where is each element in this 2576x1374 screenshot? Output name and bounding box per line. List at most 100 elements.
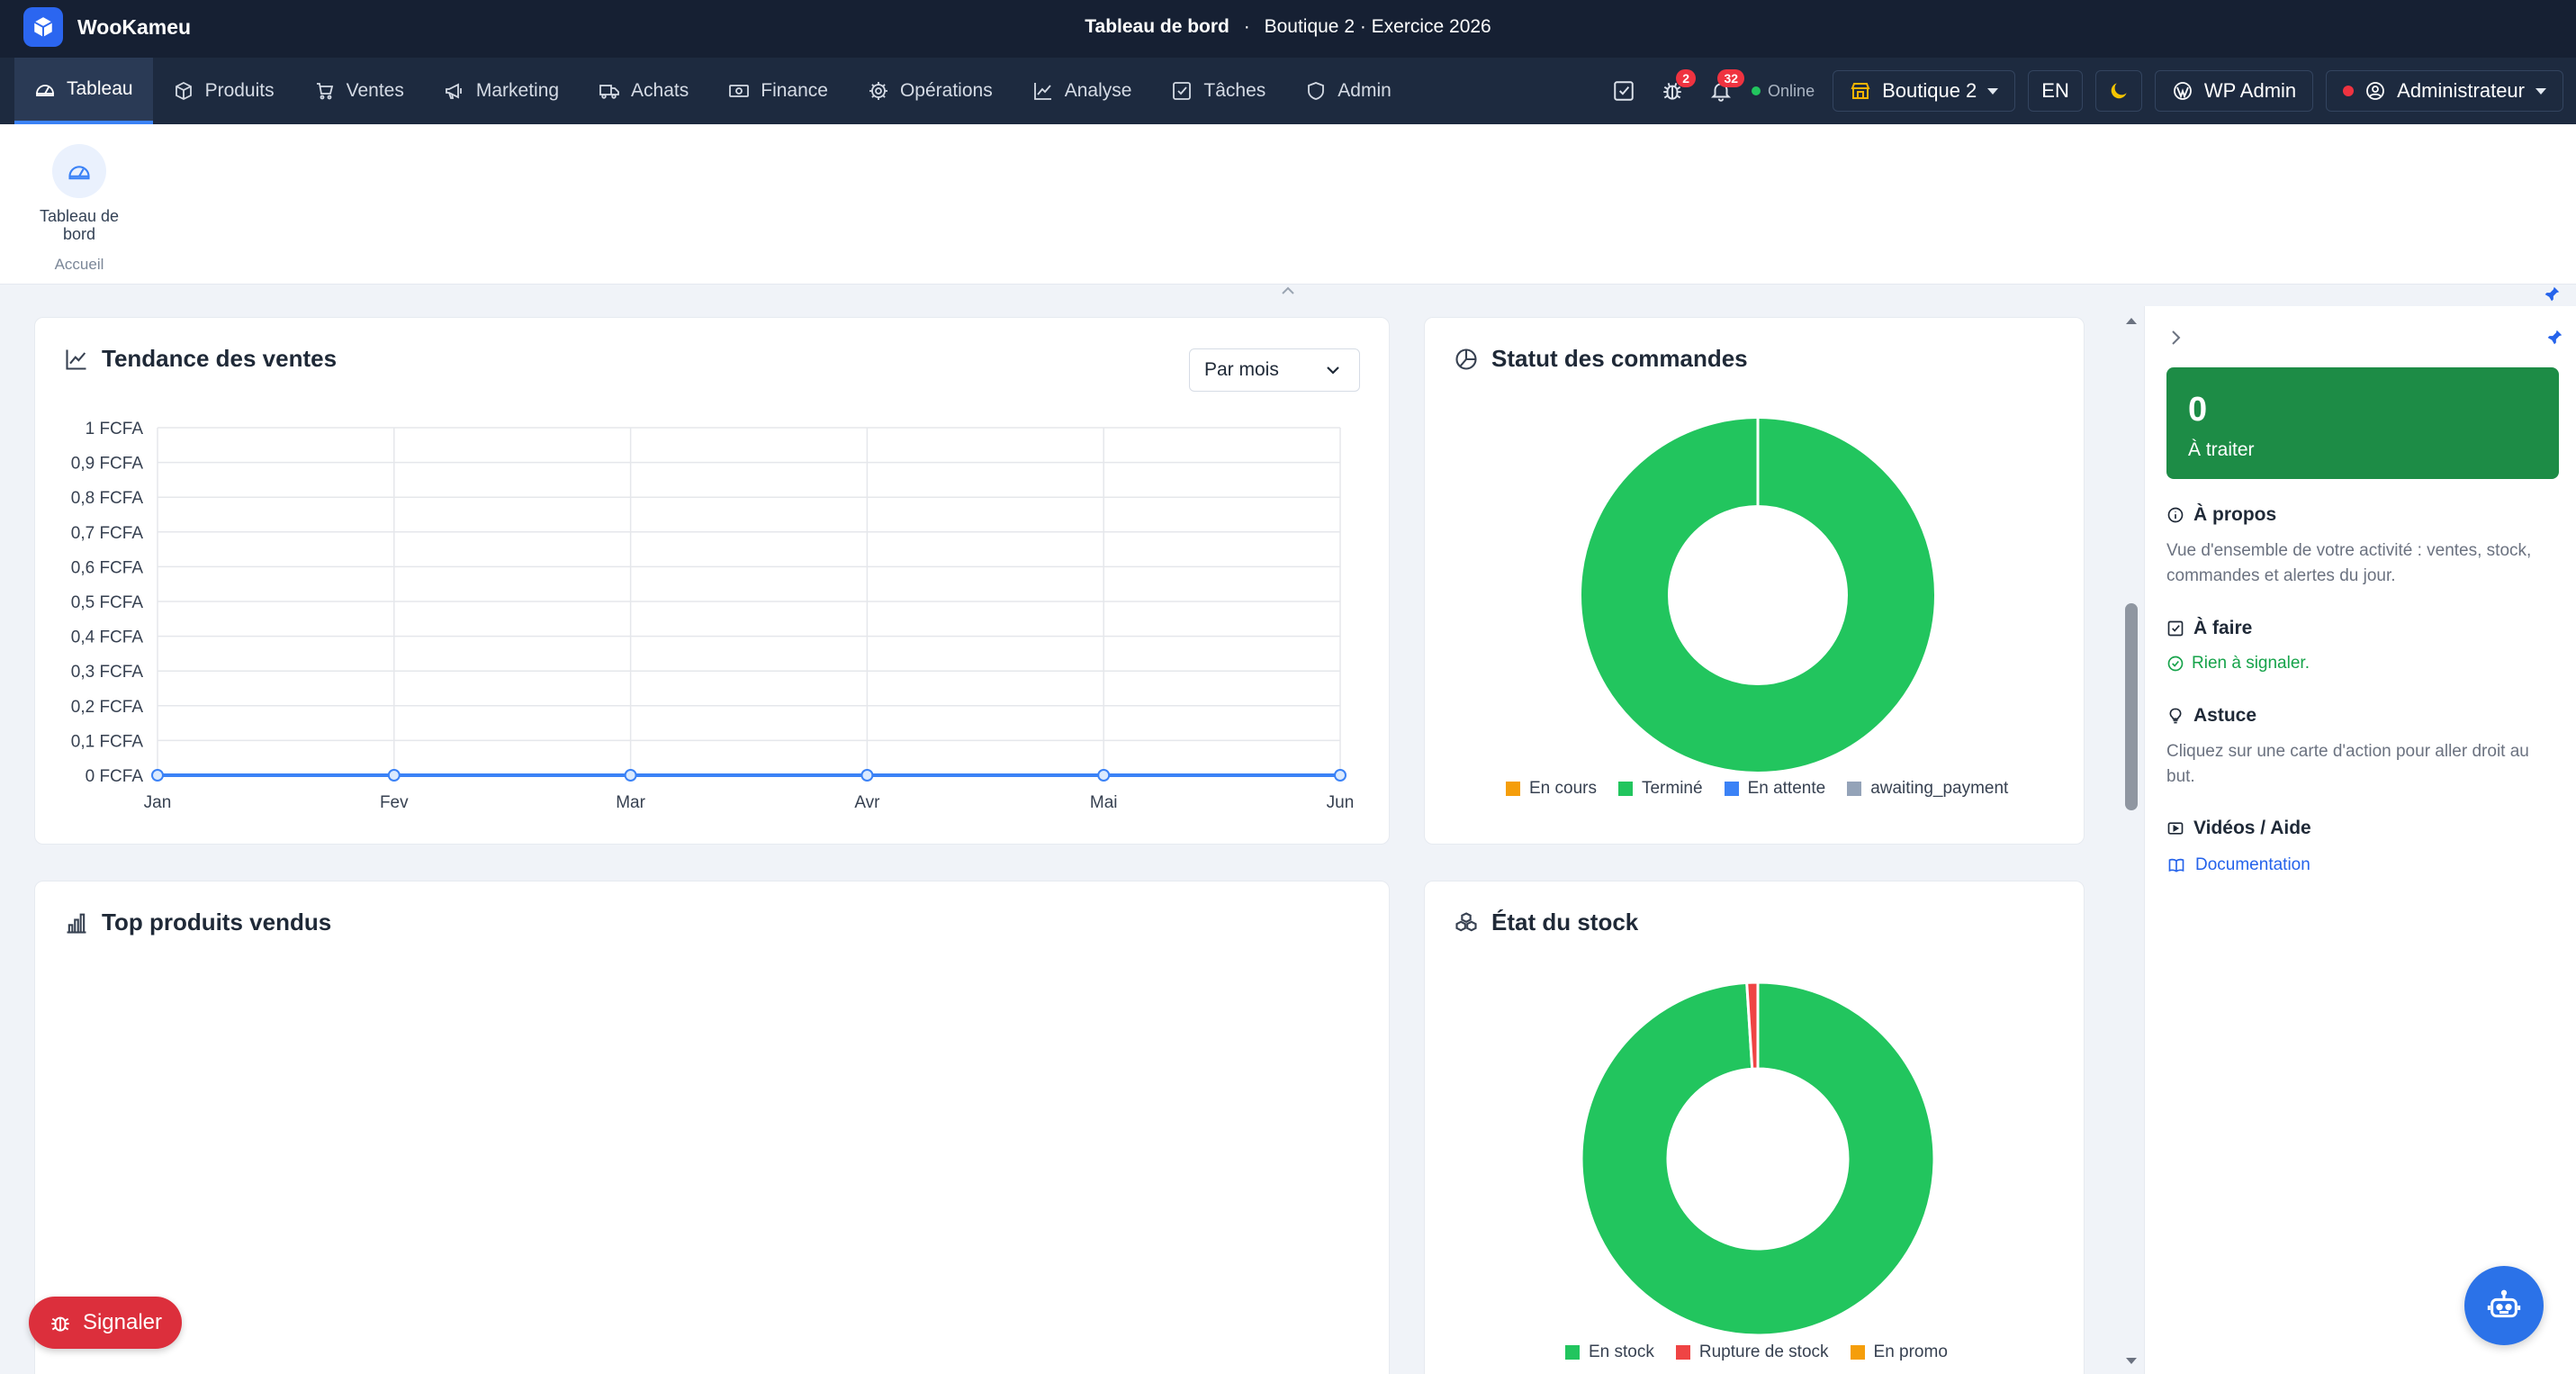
tab-marketing[interactable]: Marketing: [424, 58, 579, 124]
data-point[interactable]: [151, 769, 164, 782]
to-process-label: À traiter: [2188, 439, 2255, 460]
scroll-thumb[interactable]: [2125, 603, 2138, 810]
videos-title: Vidéos / Aide: [2166, 818, 2311, 839]
online-status: Online: [1752, 82, 1815, 101]
user-menu[interactable]: Administrateur: [2326, 70, 2563, 112]
tab-taches[interactable]: Tâches: [1151, 58, 1285, 124]
assistant-bot-button[interactable]: [2464, 1266, 2544, 1345]
legend-label: Rupture de stock: [1698, 1342, 1829, 1361]
robot-icon: [2487, 1289, 2521, 1318]
main-scrollbar[interactable]: [2121, 310, 2142, 1374]
check-square-icon: [2167, 620, 2184, 637]
top-products-title: Top produits vendus: [64, 908, 331, 936]
pin-icon[interactable]: [2542, 285, 2562, 304]
report-bug-label: Signaler: [82, 1310, 163, 1334]
legend-en-stock[interactable]: En stock: [1565, 1342, 1654, 1362]
report-bug-button[interactable]: Signaler: [29, 1297, 182, 1349]
videos-title-text: Vidéos / Aide: [2193, 818, 2311, 838]
title-bar: WooKameu Tableau de bord · Boutique 2 · …: [0, 0, 2576, 58]
cart-icon: [316, 83, 333, 100]
lightbulb-icon: [2169, 708, 2182, 724]
tasks-button[interactable]: [1606, 73, 1642, 109]
x-tick-label: Avr: [854, 793, 880, 812]
stock-status-title: État du stock: [1454, 908, 1638, 936]
about-title-text: À propos: [2193, 504, 2277, 525]
tab-label: Analyse: [1064, 80, 1132, 101]
nav-tabs: Tableau Produits Ventes Marketing Achats…: [14, 58, 1411, 124]
data-point[interactable]: [624, 769, 637, 782]
documentation-link[interactable]: Documentation: [2166, 855, 2310, 875]
legend-rupture[interactable]: Rupture de stock: [1675, 1342, 1829, 1362]
legend-en-promo[interactable]: En promo: [1850, 1342, 1948, 1362]
tab-label: Ventes: [346, 80, 404, 101]
x-tick-label: Mar: [616, 793, 645, 812]
card-title-text: Statut des commandes: [1491, 345, 1748, 372]
order-status-legend: En cours Terminé En attente awaiting_pay…: [1506, 779, 2008, 799]
theme-toggle[interactable]: [2094, 70, 2142, 112]
to-process-card[interactable]: 0 À traiter: [2166, 367, 2559, 479]
data-point[interactable]: [1097, 769, 1111, 782]
panel-collapse-chevron-icon[interactable]: [2168, 328, 2183, 348]
boxes-icon: [1455, 911, 1477, 931]
data-point[interactable]: [387, 769, 401, 782]
collapse-chevron-icon[interactable]: [1280, 285, 1296, 297]
legend-label: Terminé: [1641, 779, 1703, 798]
line-chart-icon: [1033, 83, 1051, 100]
truck-icon: [599, 85, 619, 99]
legend-label: awaiting_payment: [1870, 779, 2009, 798]
bug-icon: [51, 1316, 69, 1332]
tab-analyse[interactable]: Analyse: [1013, 58, 1152, 124]
check-square-icon: [1614, 81, 1634, 101]
tab-operations[interactable]: Opérations: [848, 58, 1013, 124]
legend-awaiting-payment[interactable]: awaiting_payment: [1847, 779, 2008, 799]
about-title: À propos: [2166, 504, 2276, 526]
module-dashboard[interactable]: Tableau de bord: [27, 144, 131, 243]
legend-swatch: [1506, 782, 1520, 796]
notifications-button[interactable]: 32: [1703, 69, 1745, 109]
tab-admin[interactable]: Admin: [1285, 58, 1411, 124]
legend-en-attente[interactable]: En attente: [1724, 779, 1826, 799]
window-title-page: Tableau de bord: [1085, 16, 1229, 37]
tab-achats[interactable]: Achats: [579, 58, 708, 124]
language-button[interactable]: EN: [2028, 70, 2083, 112]
tab-ventes[interactable]: Ventes: [294, 58, 424, 124]
legend-termine[interactable]: Terminé: [1617, 779, 1703, 799]
todo-status: Rien à signaler.: [2166, 654, 2310, 673]
data-point[interactable]: [860, 769, 874, 782]
legend-label: En cours: [1529, 779, 1597, 798]
play-icon: [2167, 822, 2184, 835]
y-tick-label: 0 FCFA: [86, 767, 144, 786]
legend-swatch: [1724, 782, 1739, 796]
y-tick-label: 0,1 FCFA: [71, 732, 144, 751]
data-point[interactable]: [1334, 769, 1347, 782]
legend-en-cours[interactable]: En cours: [1506, 779, 1597, 799]
tab-finance[interactable]: Finance: [708, 58, 848, 124]
module-label: Tableau de bord: [39, 207, 120, 243]
about-text: Vue d'ensemble de votre activité : vente…: [2166, 541, 2532, 585]
x-tick-label: Fev: [380, 793, 409, 812]
check-square-icon: [1173, 82, 1192, 100]
tab-label: Tableau: [67, 78, 133, 99]
bug-report-button[interactable]: 2: [1654, 69, 1697, 109]
top-products-card: Top produits vendus: [34, 881, 1390, 1374]
tab-produits[interactable]: Produits: [153, 58, 294, 124]
documentation-label: Documentation: [2195, 855, 2310, 874]
main-nav: Tableau Produits Ventes Marketing Achats…: [0, 58, 2576, 124]
panel-pin-icon[interactable]: [2544, 328, 2564, 348]
user-name: Administrateur: [2397, 79, 2525, 102]
moon-icon: [2111, 83, 2127, 99]
todo-title: À faire: [2166, 618, 2252, 639]
y-tick-label: 0,9 FCFA: [71, 455, 144, 474]
legend-label: En attente: [1747, 779, 1826, 798]
tip-title: Astuce: [2166, 705, 2256, 727]
wp-admin-label: WP Admin: [2203, 79, 2297, 102]
scroll-down-icon: [2126, 1358, 2137, 1364]
module-section: Accueil: [54, 256, 104, 273]
sales-trend-card: Tendance des ventes Par mois 0 FCFA 0,1 F…: [34, 317, 1390, 845]
shop-selector[interactable]: Boutique 2: [1833, 70, 2016, 112]
order-status-card: Statut des commandes En cours Terminé En…: [1424, 317, 2085, 845]
shield-icon: [1308, 82, 1325, 100]
wp-admin-button[interactable]: WP Admin: [2154, 70, 2314, 112]
user-circle-icon: [2366, 82, 2385, 100]
tab-tableau[interactable]: Tableau: [14, 58, 153, 124]
